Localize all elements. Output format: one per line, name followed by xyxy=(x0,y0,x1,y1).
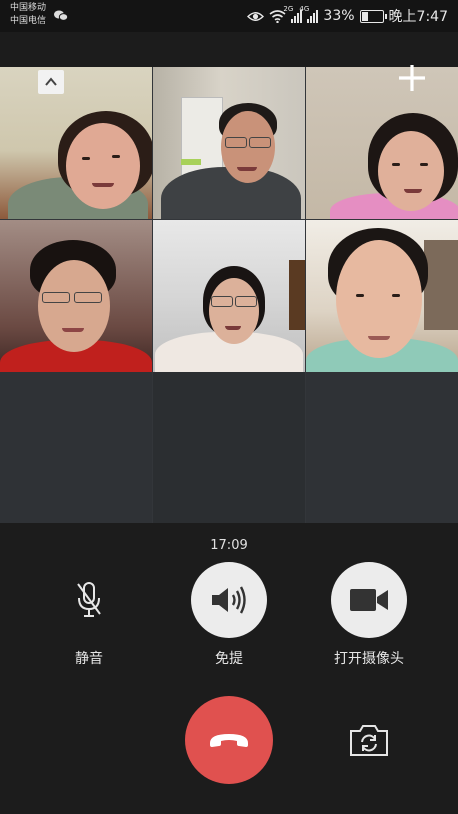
phone-hangup-icon xyxy=(210,734,248,747)
grid-empty-slot xyxy=(306,372,458,523)
camera-label: 打开摄像头 xyxy=(334,651,404,667)
microphone-muted-icon xyxy=(77,582,101,617)
speaker-button[interactable] xyxy=(191,562,267,638)
battery-icon xyxy=(359,9,387,23)
carrier-2: 中国电信 xyxy=(10,16,47,26)
speaker-icon xyxy=(212,586,246,614)
participant-video-5[interactable] xyxy=(153,220,305,372)
collapse-button[interactable] xyxy=(38,70,64,94)
eye-icon xyxy=(247,11,265,21)
participant-video-2[interactable] xyxy=(153,67,305,219)
speaker-control: 免提 xyxy=(169,562,289,668)
add-participant-button[interactable] xyxy=(396,62,428,94)
chevron-up-icon xyxy=(45,77,57,86)
grid-empty-slot xyxy=(0,372,152,523)
battery-percent: 33% xyxy=(323,8,355,24)
status-time: 晚上7:47 xyxy=(388,9,448,25)
speaker-label: 免提 xyxy=(215,651,243,667)
call-duration: 17:09 xyxy=(210,538,248,553)
status-bar: 中国移动 中国电信 2G 4G 33% 晚上7:47 xyxy=(0,0,458,32)
status-indicators: 2G 4G 33% 晚上7:47 xyxy=(247,5,448,26)
plus-icon xyxy=(399,65,425,91)
switch-camera-button[interactable] xyxy=(348,722,390,758)
carrier-names: 中国移动 中国电信 xyxy=(10,2,46,28)
participant-video-1[interactable] xyxy=(0,67,152,219)
grid-empty-slot xyxy=(153,372,305,523)
video-camera-icon xyxy=(350,589,388,611)
mute-control: 静音 xyxy=(29,562,149,668)
participant-video-4[interactable] xyxy=(0,220,152,372)
network-type-1: 2G xyxy=(283,5,294,13)
participant-video-6[interactable] xyxy=(306,220,458,372)
mute-label: 静音 xyxy=(75,651,103,667)
switch-camera-icon xyxy=(350,725,388,756)
signal-icon-2: 4G xyxy=(299,5,319,23)
network-type-2: 4G xyxy=(299,5,310,13)
participant-video-3[interactable] xyxy=(306,67,458,219)
camera-button[interactable] xyxy=(331,562,407,638)
mute-button[interactable] xyxy=(51,562,127,638)
camera-control: 打开摄像头 xyxy=(309,562,429,668)
hangup-button[interactable] xyxy=(185,696,273,784)
wechat-icon xyxy=(54,10,68,21)
carrier-1: 中国移动 xyxy=(10,3,47,13)
